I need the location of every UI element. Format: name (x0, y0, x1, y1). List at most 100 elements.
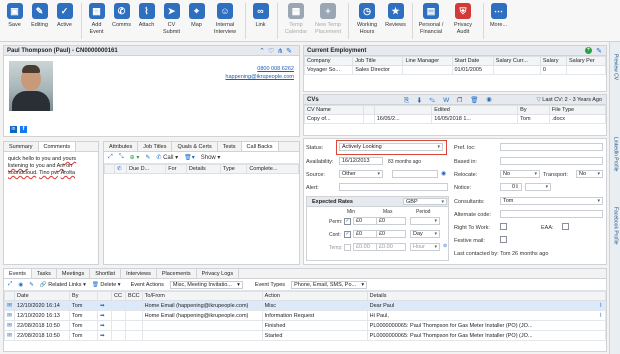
perm-max[interactable]: £0 (376, 217, 406, 225)
currency-select[interactable]: GBP ▾ (403, 198, 447, 205)
show-button[interactable]: Show ▾ (201, 154, 221, 161)
view-icon[interactable]: ◉ (18, 282, 23, 288)
edit-icon[interactable]: ✎ (596, 47, 602, 55)
notice-field[interactable]: 0 ⇕ (500, 183, 522, 191)
cont-period[interactable]: Day ▾ (410, 230, 440, 238)
tab-attributes[interactable]: Attributes (104, 142, 139, 151)
events-col[interactable]: Details (366, 291, 607, 301)
cv-col[interactable] (373, 105, 433, 115)
col-type[interactable]: Type (219, 164, 248, 174)
status-select[interactable]: Actively Looking ▾ (339, 143, 443, 151)
filter-icon[interactable]: ▽ (537, 97, 541, 103)
expand-icon[interactable]: ⤢ (8, 281, 12, 288)
ribbon-button-add-event[interactable]: ▦ Add Event (85, 3, 108, 35)
col-complete[interactable]: Complete... (246, 164, 299, 174)
heart-icon[interactable]: ♡ (268, 48, 277, 55)
tab-summary[interactable]: Summary (4, 142, 39, 151)
ribbon-button-new-temp-placement[interactable]: + New Temp Placement (313, 3, 343, 35)
tab-quals-certs[interactable]: Quals & Certs (172, 142, 218, 151)
facebook-profile-tab[interactable]: Facebook Profile (611, 207, 620, 255)
col-details[interactable]: Details (185, 164, 221, 174)
tab-call-backs[interactable]: Call Backs (241, 142, 279, 151)
perm-checkbox[interactable]: ✓ (344, 218, 351, 225)
edit-icon[interactable]: ✎ (429, 97, 443, 104)
alert-field[interactable] (339, 183, 448, 191)
ribbon-button-working-hours[interactable]: ◷ Working Hours (352, 3, 382, 35)
tab-tasks[interactable]: Tasks (32, 269, 57, 278)
ribbon-button-map[interactable]: ⌖ Map (185, 3, 208, 29)
ribbon-button-save[interactable]: ▣ Save (3, 3, 26, 29)
table-row[interactable]: Voyager So... Sales Director 01/01/2005 0 (303, 65, 606, 75)
delete-button[interactable]: 🗑 Delete ▾ (92, 282, 121, 288)
tab-interviews[interactable]: Interviews (121, 269, 157, 278)
temp-checkbox[interactable] (344, 244, 351, 251)
tab-tests[interactable]: Tests (218, 142, 242, 151)
tab-comments[interactable]: Comments (38, 142, 77, 151)
festive-checkbox[interactable] (500, 236, 507, 243)
edit-icon[interactable]: ✎ (286, 48, 295, 55)
table-row[interactable]: ✉ 12/10/2020 16:14 Tom ➡ Home Email (happeni… (3, 300, 607, 311)
cv-col[interactable]: Edited (431, 105, 519, 115)
ribbon-button-cv-submit[interactable]: ➤ CV Submit (160, 3, 183, 35)
consultants-select[interactable]: Tom ▾ (500, 197, 603, 205)
employment-col[interactable]: Start Date (451, 56, 494, 66)
events-col[interactable] (97, 291, 113, 301)
employment-col[interactable]: Company (303, 56, 354, 66)
perm-period[interactable]: ▾ (410, 217, 440, 225)
ribbon-button-active[interactable]: ✓ Active (53, 3, 76, 29)
relocate-select[interactable]: No ▾ (500, 170, 540, 178)
tab-shortlist[interactable]: Shortlist (90, 269, 122, 278)
facebook-icon[interactable]: f (20, 126, 27, 133)
col-for[interactable]: For (165, 164, 187, 174)
tab-placements[interactable]: Placements (157, 269, 197, 278)
ribbon-button-link[interactable]: ∞ Link (249, 3, 272, 29)
source-select[interactable]: Other ▾ (339, 170, 383, 178)
temp-max[interactable]: £0.00 (376, 243, 406, 251)
events-col[interactable]: By (69, 291, 99, 301)
email-link[interactable]: happening@ikrupeople.com (225, 74, 294, 80)
comments-text[interactable]: quick hello to you and yours listening t… (4, 152, 98, 181)
employment-col[interactable]: Salary (539, 56, 568, 66)
sitemap-icon[interactable]: ⋔ (277, 48, 286, 55)
perm-min[interactable]: £0 (353, 217, 377, 225)
employment-col[interactable]: Job Title (352, 56, 404, 66)
phone-link[interactable]: 0800 008 6262 (257, 66, 294, 72)
ribbon-button-comms[interactable]: ✆ Comms (110, 3, 133, 29)
stepper-icon[interactable]: ⇕ (515, 184, 519, 191)
cont-checkbox[interactable]: ✓ (344, 231, 351, 238)
events-col[interactable]: CC (111, 291, 127, 301)
events-col[interactable]: Date (14, 291, 71, 301)
add-icon[interactable]: ⊕ ▾ (130, 154, 140, 161)
expand-icon[interactable]: ⤢ (108, 154, 113, 161)
view-icon[interactable]: ◉ (487, 97, 500, 104)
events-col[interactable]: BCC (125, 291, 143, 301)
transport-select[interactable]: No ▾ (576, 170, 603, 178)
table-row[interactable]: ✉ 12/10/2020 16:13 Tom ➡ Home Email (happeni… (3, 310, 607, 321)
cv-col[interactable]: CV Name (303, 105, 365, 115)
events-col[interactable]: Action (261, 291, 368, 301)
pref-loc-field[interactable] (500, 143, 603, 151)
notice-unit[interactable]: ▾ (525, 183, 551, 191)
events-col[interactable] (3, 291, 16, 301)
call-button[interactable]: ✆ Call ▾ (156, 154, 178, 161)
right-to-work-checkbox[interactable] (500, 223, 507, 230)
ribbon-button-personal-financial[interactable]: ▤ Personal / Financial (416, 3, 446, 35)
cont-max[interactable]: £0 (376, 230, 406, 238)
copy-icon[interactable]: ❐ (457, 97, 470, 104)
table-row[interactable]: ✉ 22/08/2018 10:50 Tom ➡ Started PL0000000065… (3, 330, 607, 341)
cv-col[interactable]: By (517, 105, 550, 115)
table-row[interactable]: ✉ 22/08/2018 10:50 Tom ➡ Finished PL000000006… (3, 320, 607, 331)
events-col[interactable]: To/From (141, 291, 263, 301)
delete-icon[interactable]: 🗑 (470, 97, 486, 104)
add-employment-icon[interactable]: + (585, 47, 592, 54)
source-detail[interactable] (392, 170, 438, 178)
ribbon-button-attach[interactable]: ⌇ Attach (135, 3, 158, 29)
event-types-select[interactable]: Phone, Email, SMS, Po... ▾ (291, 280, 368, 289)
employment-col[interactable]: Salary Per (566, 56, 606, 66)
paperclip-icon[interactable]: ⌇ (599, 303, 602, 309)
paperclip-icon[interactable]: ⌇ (599, 313, 602, 319)
col-due-date[interactable]: Due D... (125, 164, 167, 174)
ribbon-button-temp-calendar[interactable]: ▦ Temp Calendar (281, 3, 311, 35)
cv-col[interactable] (363, 105, 375, 115)
delete-icon[interactable]: 🗑▾ (184, 154, 195, 161)
